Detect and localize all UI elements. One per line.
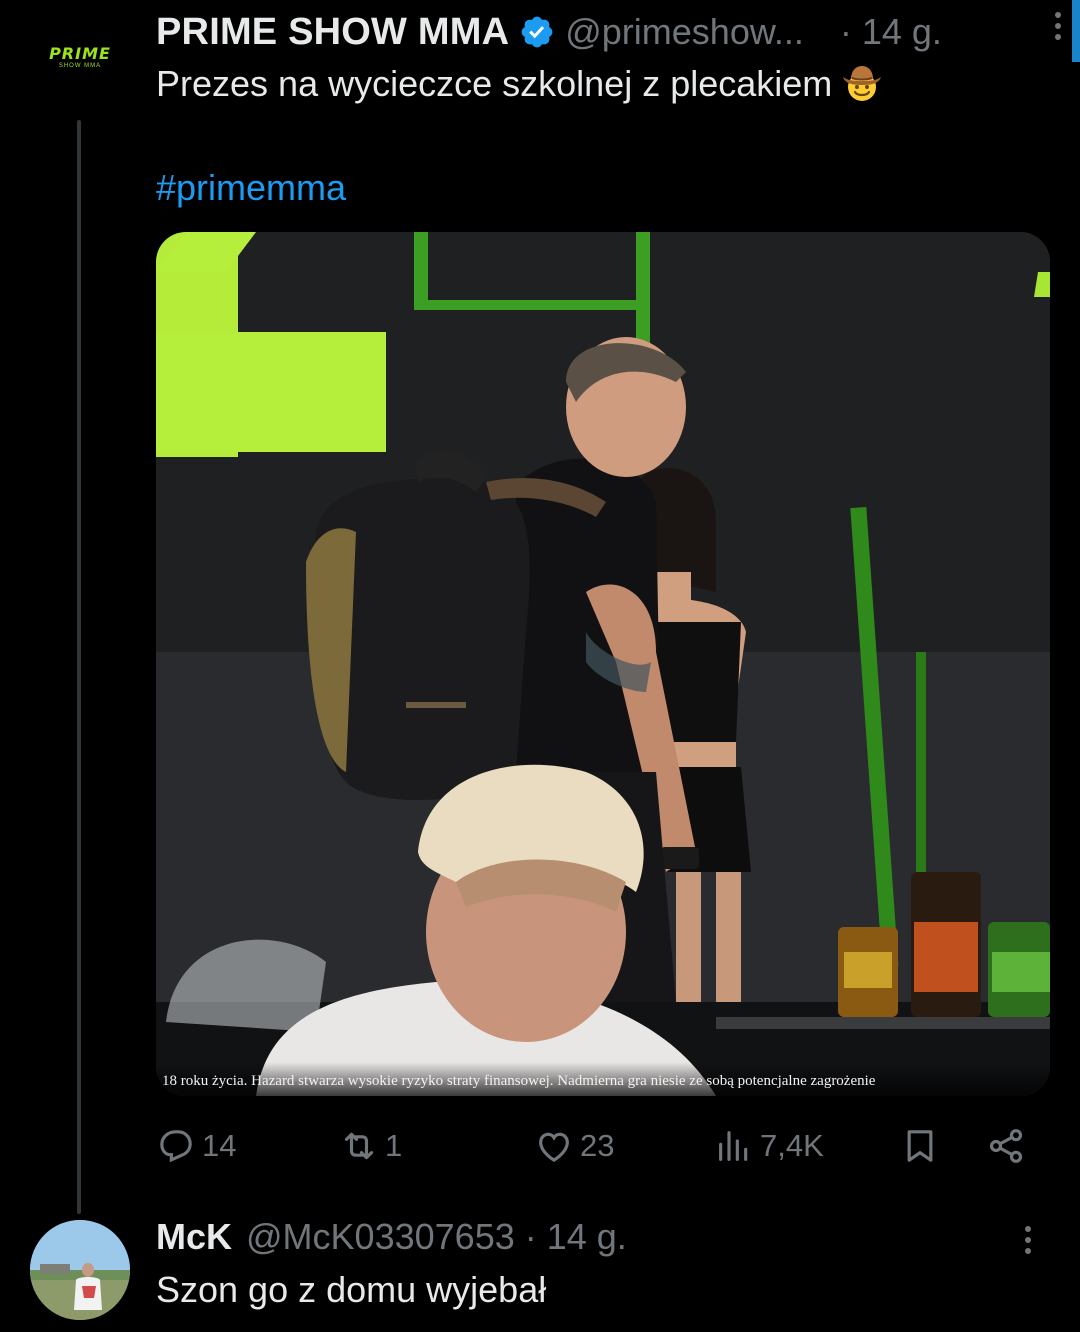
reply-header: McK @McK03307653 · 14 g. — [156, 1212, 627, 1262]
share-icon — [989, 1129, 1023, 1163]
reply-count: 14 — [202, 1128, 237, 1163]
reply-text: Szon go z domu wyjebał — [156, 1269, 547, 1310]
post-more-options-icon[interactable] — [1044, 12, 1072, 40]
author-display-name[interactable]: PRIME SHOW MMA — [156, 11, 509, 54]
post-text: Prezes na wycieczce szkolnej z plecakiem — [156, 60, 884, 108]
author-handle[interactable]: @primeshow... — [565, 11, 804, 53]
bookmark-icon — [907, 1130, 933, 1162]
bookmark-button[interactable] — [900, 1126, 940, 1166]
heart-icon — [539, 1132, 569, 1163]
reply-icon — [160, 1130, 192, 1163]
scroll-indicator[interactable] — [1072, 0, 1080, 62]
avatar-logo-subtext: SHOW MMA — [58, 63, 102, 69]
post-text-content: Prezes na wycieczce szkolnej z plecakiem — [156, 63, 833, 104]
views-button[interactable]: 7,4K — [714, 1126, 824, 1166]
analytics-bar-icon — [719, 1131, 748, 1161]
video-caption-text: 18 roku życia. Hazard stwarza wysokie ry… — [162, 1073, 876, 1089]
post-author-avatar[interactable]: PRIME SHOW MMA — [30, 46, 130, 82]
reply-more-options-icon[interactable] — [1014, 1226, 1042, 1254]
reply-handle-time[interactable]: @McK03307653 · 14 g. — [246, 1216, 627, 1258]
verified-badge-icon — [519, 14, 555, 50]
post-timestamp[interactable]: · 14 g. — [840, 11, 942, 53]
view-count: 7,4K — [760, 1128, 824, 1163]
repost-button[interactable]: 1 — [339, 1126, 402, 1166]
avatar-logo-text: PRIME — [49, 44, 111, 63]
like-button[interactable]: 23 — [534, 1126, 614, 1166]
video-caption-overlay: 18 roku życia. Hazard stwarza wysokie ry… — [156, 1062, 1050, 1096]
post-header: PRIME SHOW MMA @primeshow... · 14 g. — [156, 8, 1050, 56]
reply-author-avatar[interactable] — [30, 1220, 130, 1320]
post-actions-bar: 14 1 23 7,4K — [156, 1118, 1050, 1174]
repost-count: 1 — [385, 1128, 403, 1163]
reply-button[interactable]: 14 — [156, 1126, 236, 1166]
thread-connector-line — [77, 120, 81, 1214]
reply-author-name[interactable]: McK — [156, 1216, 232, 1258]
hashtag-link[interactable]: #primemma — [156, 164, 346, 212]
avatar-photo — [30, 1220, 130, 1320]
video-frame-illustration — [156, 232, 1050, 1096]
repost-icon — [344, 1132, 374, 1160]
cowboy-hat-face-icon — [840, 60, 884, 104]
like-count: 23 — [580, 1128, 615, 1163]
share-button[interactable] — [986, 1126, 1026, 1166]
post-video-media[interactable]: 18 roku życia. Hazard stwarza wysokie ry… — [156, 232, 1050, 1096]
